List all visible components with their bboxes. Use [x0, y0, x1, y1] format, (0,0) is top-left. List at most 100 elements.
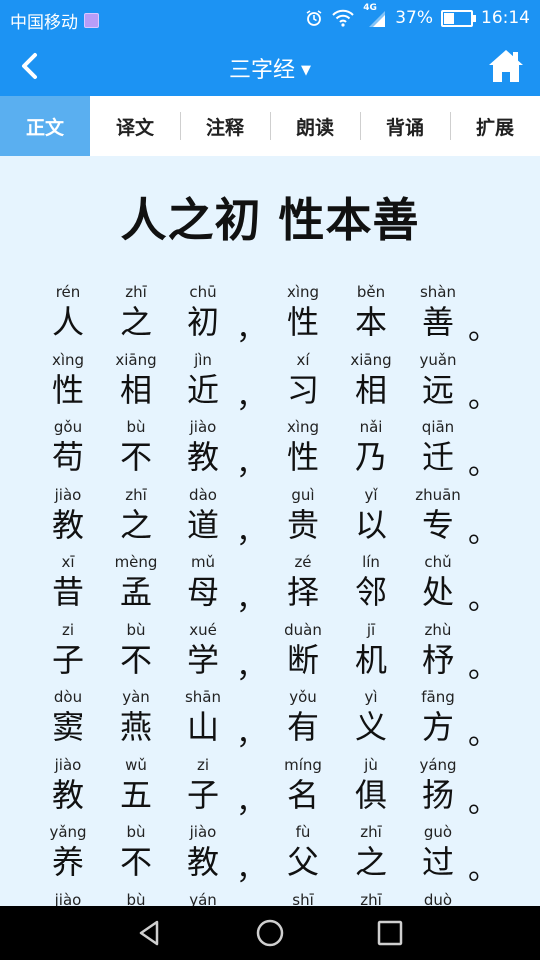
pinyin: guò [423, 823, 453, 841]
comma: ， [236, 514, 266, 550]
verse-char[interactable]: chǔ 处 [398, 552, 478, 612]
wifi-icon [332, 9, 354, 27]
period: 。 [468, 514, 498, 550]
verse-char[interactable]: jiào 教 [163, 822, 243, 882]
verse-char[interactable]: guò 过 [398, 822, 478, 882]
pinyin: zi [196, 755, 210, 774]
period: 。 [468, 852, 498, 887]
verse-char[interactable]: xué 学 [163, 620, 243, 680]
hanzi: 远 [421, 370, 454, 409]
recents-square-icon[interactable] [375, 918, 405, 948]
pinyin: xué [189, 620, 217, 639]
period: 。 [468, 649, 498, 685]
pinyin: zhuān [415, 485, 461, 504]
page-title: 三字经 [228, 58, 295, 83]
hanzi: 处 [421, 573, 454, 611]
verse-line: gǒu 苟 bù 不 jiào 教 xìng 性 nǎi 乃 qiān 迁，。 [0, 417, 540, 485]
verse-line: rén 人 zhī 之 chū 初 xìng 性 běn 本 shàn 善，。 [0, 282, 540, 350]
period: 。 [468, 582, 498, 617]
verse-char[interactable]: fāng 方 [398, 687, 478, 747]
comma: ， [236, 582, 266, 617]
pinyin: jiào [189, 823, 217, 841]
hanzi: 子 [186, 775, 219, 814]
verse-line: jiào 教 wǔ 五 zi 子 míng 名 jù 俱 yáng 扬，。 [0, 755, 540, 823]
verse-char[interactable]: zhù 杼 [398, 620, 478, 680]
verse-char[interactable]: dào 道 [163, 485, 243, 545]
verse-char[interactable]: qiān 迁 [398, 417, 478, 477]
sim-icon [84, 13, 99, 28]
comma: ， [236, 784, 266, 820]
tab-bar: 正文 译文 注释 朗读 背诵 扩展 [0, 96, 540, 156]
hanzi: 教 [186, 843, 219, 881]
pinyin: zhù [424, 620, 452, 639]
pinyin: fāng [421, 688, 455, 706]
tab-3[interactable]: 朗读 [270, 96, 360, 156]
dropdown-caret-icon: ▼ [301, 63, 311, 78]
tab-0[interactable]: 正文 [0, 96, 90, 156]
hanzi: 杼 [421, 640, 454, 679]
pinyin: chǔ [424, 553, 452, 571]
alarm-icon [306, 10, 322, 26]
hanzi: 山 [186, 708, 219, 746]
tab-2[interactable]: 注释 [180, 96, 270, 156]
verse-line: yǎng 养 bù 不 jiào 教 fù 父 zhī 之 guò 过，。 [0, 822, 540, 890]
pinyin: dào [189, 485, 217, 504]
back-triangle-icon[interactable] [135, 918, 165, 948]
verse-char[interactable]: shàn 善 [398, 282, 478, 342]
verse-line: jiào 教 zhī 之 dào 道 guì 贵 yǐ 以 zhuān 专，。 [0, 485, 540, 553]
pinyin: yuǎn [419, 350, 457, 369]
verse-line: dòu 窦 yàn 燕 shān 山 yǒu 有 yì 义 fāng 方，。 [0, 687, 540, 755]
period: 。 [468, 784, 498, 820]
period: 。 [468, 379, 498, 415]
hanzi: 学 [186, 640, 219, 679]
verse-line: zi 子 bù 不 xué 学 duàn 断 jī 机 zhù 杼，。 [0, 620, 540, 688]
pinyin: mǔ [190, 553, 216, 571]
pinyin: chū [189, 283, 217, 301]
comma: ， [236, 379, 266, 415]
verse-line: xìng 性 xiāng 相 jìn 近 xí 习 xiāng 相 yuǎn 远，。 [0, 350, 540, 418]
verse-char[interactable]: jìn 近 [163, 350, 243, 410]
verse-char[interactable]: yáng 扬 [398, 755, 478, 815]
period: 。 [468, 312, 498, 347]
comma: ， [236, 447, 266, 482]
home-icon[interactable] [486, 46, 526, 86]
pinyin: jiào [189, 418, 217, 436]
verse-char[interactable]: jiào 教 [163, 417, 243, 477]
hanzi: 近 [186, 370, 219, 409]
tab-1[interactable]: 译文 [90, 96, 180, 156]
verse-char[interactable]: chū 初 [163, 282, 243, 342]
verse-char[interactable]: zi 子 [163, 755, 243, 815]
hanzi: 初 [186, 303, 219, 341]
app-bar: 三字经 ▼ [0, 36, 540, 96]
comma: ， [236, 312, 266, 347]
hanzi: 方 [421, 708, 454, 746]
verse-char[interactable]: shān 山 [163, 687, 243, 747]
verse-heading: 人之初 性本善 [120, 193, 420, 247]
hanzi: 过 [421, 843, 454, 881]
hanzi: 专 [421, 505, 454, 544]
battery-icon [441, 9, 476, 27]
period: 。 [468, 447, 498, 482]
clock: 16:14 [481, 8, 530, 28]
system-nav-bar [0, 906, 540, 960]
home-circle-icon[interactable] [255, 918, 285, 948]
carrier-label: 中国移动 [10, 13, 78, 33]
verse-char[interactable]: mǔ 母 [163, 552, 243, 612]
tab-5[interactable]: 扩展 [450, 96, 540, 156]
pinyin: yáng [419, 755, 457, 774]
hanzi: 教 [186, 438, 219, 476]
title-dropdown[interactable]: 三字经 ▼ [0, 52, 540, 84]
verse-char[interactable]: yuǎn 远 [398, 350, 478, 410]
hanzi: 母 [186, 573, 219, 611]
signal-icon: 4G [363, 3, 387, 27]
status-bar: 中国移动 4G 37% 16:14 [0, 0, 540, 36]
comma: ， [236, 717, 266, 752]
verse-char[interactable]: zhuān 专 [398, 485, 478, 545]
hanzi: 道 [186, 505, 219, 544]
comma: ， [236, 649, 266, 685]
tab-4[interactable]: 背诵 [360, 96, 450, 156]
pinyin: shàn [419, 283, 457, 301]
hanzi: 善 [421, 303, 454, 341]
hanzi: 迁 [421, 438, 454, 476]
hanzi: 扬 [421, 775, 454, 814]
